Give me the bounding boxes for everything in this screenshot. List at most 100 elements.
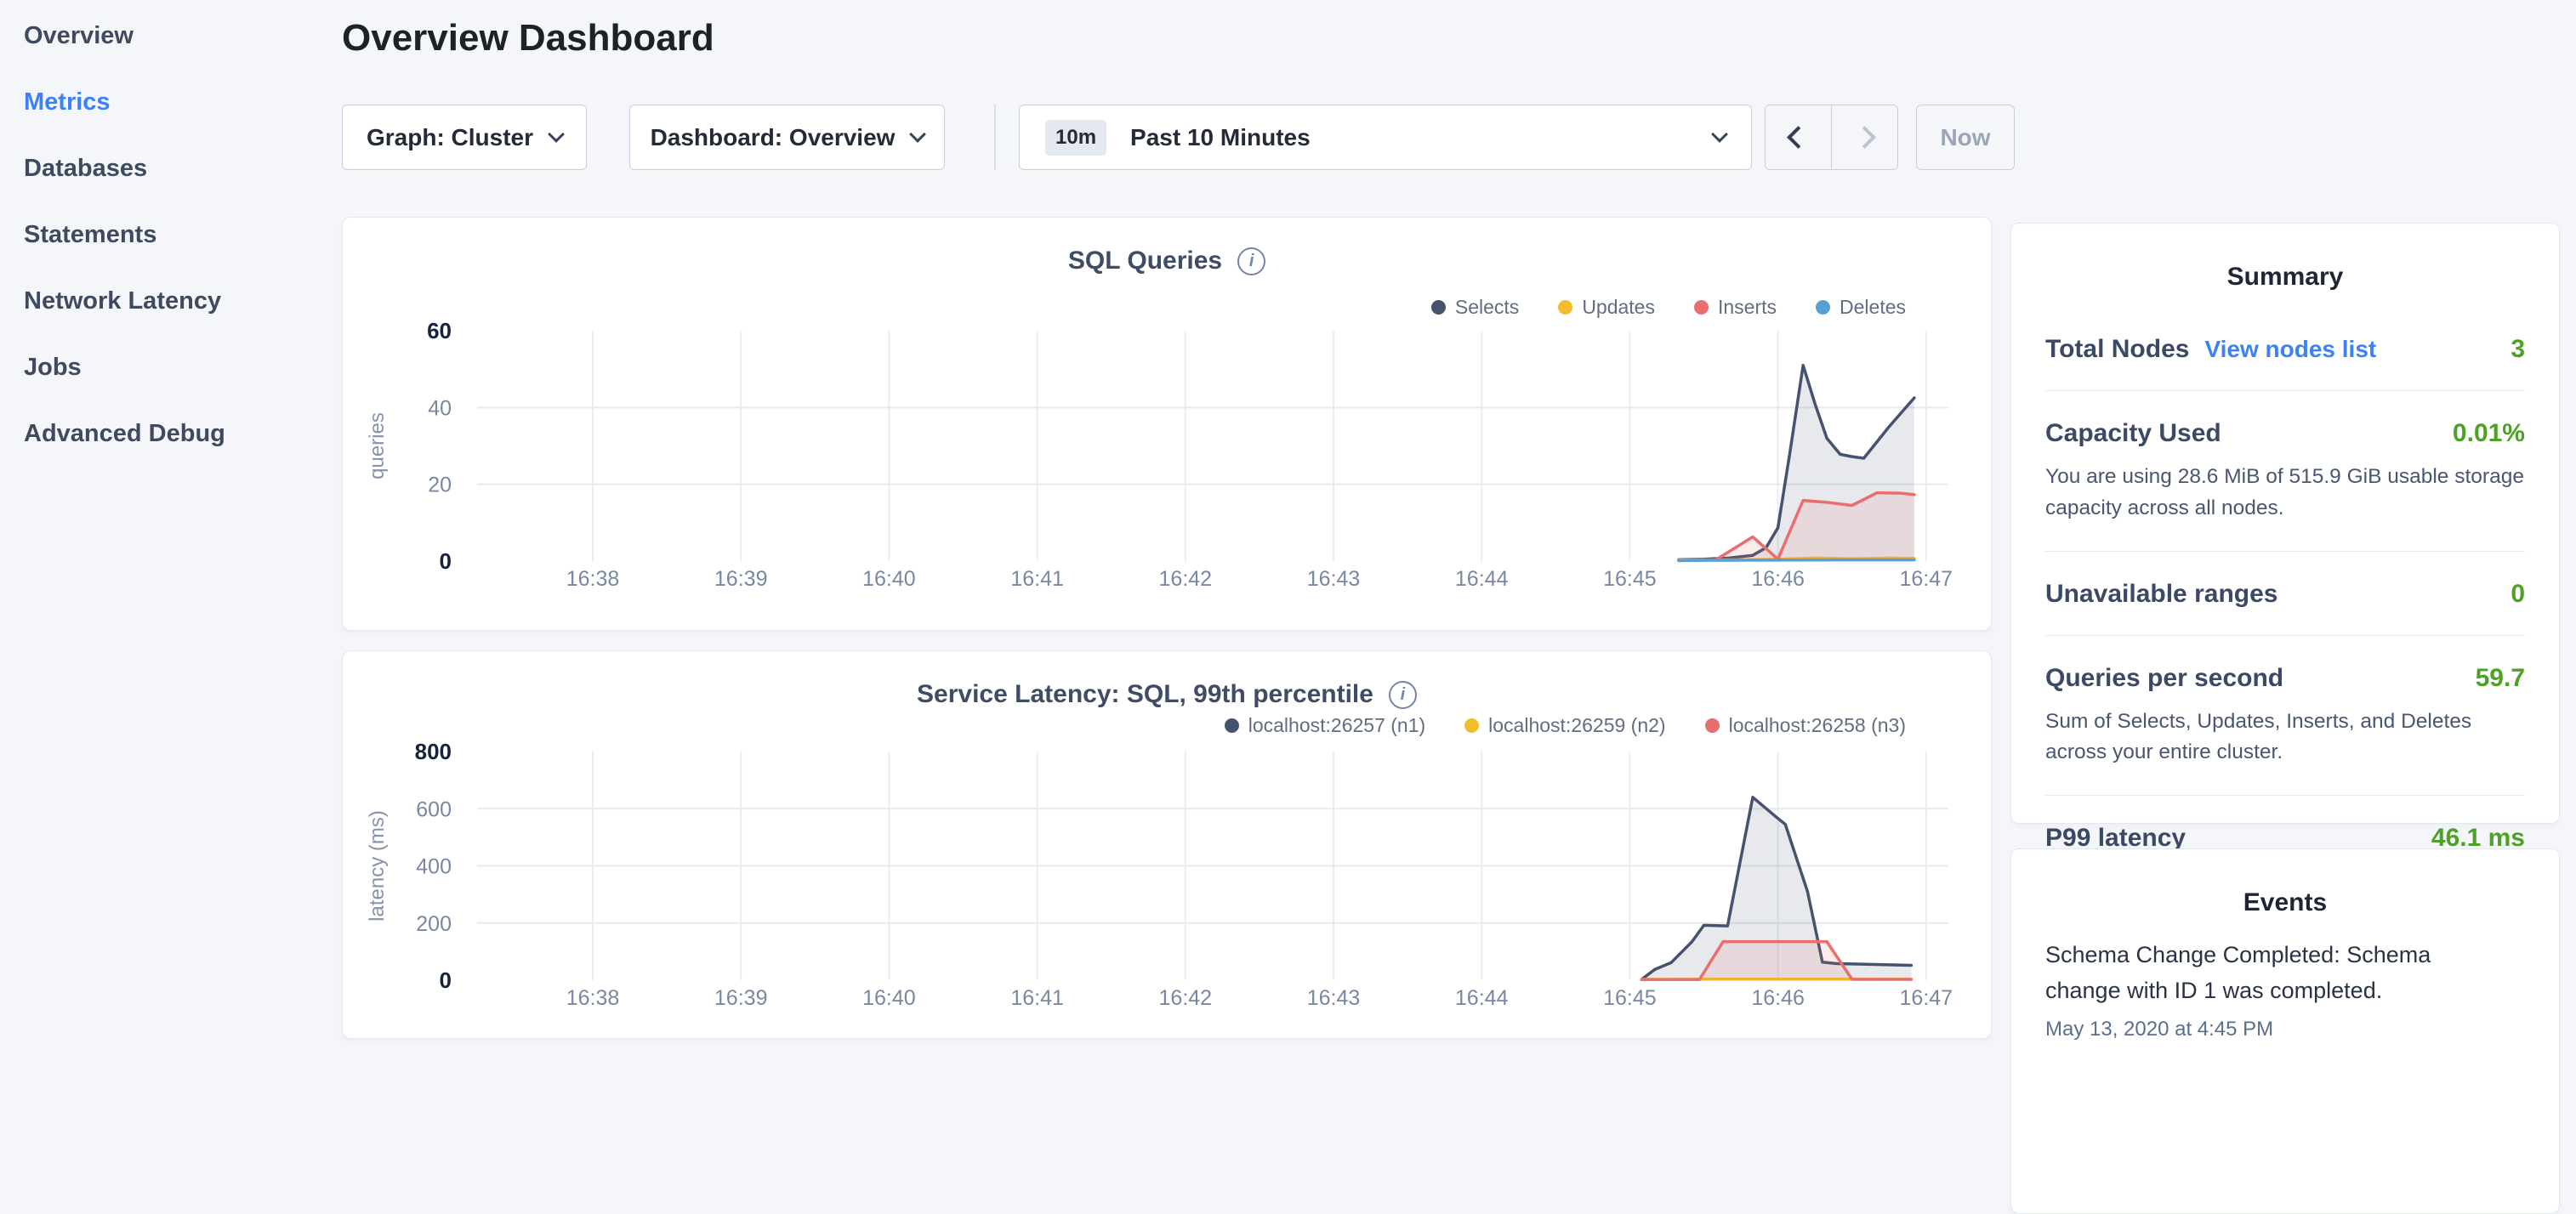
- view-nodes-link[interactable]: View nodes list: [2204, 336, 2376, 363]
- events-panel: Events Schema Change Completed: Schema c…: [2010, 848, 2560, 1214]
- svg-text:600: 600: [416, 797, 452, 821]
- dashboard-dropdown[interactable]: Dashboard: Overview: [629, 105, 945, 170]
- event-item[interactable]: Schema Change Completed: Schema change w…: [2045, 938, 2525, 1041]
- svg-text:16:43: 16:43: [1307, 986, 1361, 1010]
- svg-text:16:42: 16:42: [1159, 567, 1213, 591]
- chart-legend: SelectsUpdatesInsertsDeletes: [1431, 296, 1906, 319]
- graph-scope-dropdown-label: Graph: Cluster: [367, 124, 533, 151]
- svg-text:40: 40: [428, 396, 452, 420]
- svg-text:16:41: 16:41: [1010, 986, 1064, 1010]
- sql-queries-chart-card: 16:3816:3916:4016:4116:4216:4316:4416:45…: [342, 217, 1992, 631]
- svg-text:latency (ms): latency (ms): [366, 810, 389, 922]
- event-text: Schema Change Completed: Schema change w…: [2045, 938, 2458, 1009]
- legend-dot-icon: [1225, 718, 1239, 733]
- sidebar-item-metrics[interactable]: Metrics: [24, 88, 342, 116]
- summary-label: Capacity Used: [2045, 419, 2221, 448]
- summary-panel: Summary Total NodesView nodes list3Capac…: [2010, 223, 2560, 824]
- legend-label: localhost:26257 (n1): [1248, 714, 1425, 737]
- sidebar-item-databases[interactable]: Databases: [24, 155, 342, 183]
- info-icon[interactable]: i: [1237, 247, 1265, 275]
- legend-dot-icon: [1705, 718, 1720, 733]
- svg-text:16:38: 16:38: [566, 567, 620, 591]
- sidebar-item-advanced-debug[interactable]: Advanced Debug: [24, 420, 342, 448]
- svg-text:200: 200: [416, 912, 452, 936]
- summary-row: Capacity Used 0.01% You are using 28.6 MiB…: [2045, 391, 2525, 552]
- sql-queries-plot[interactable]: 16:3816:3916:4016:4116:4216:4316:4416:45…: [343, 218, 1991, 630]
- dashboard-controls: Graph: Cluster Dashboard: Overview 10m P…: [342, 105, 2043, 170]
- svg-text:16:42: 16:42: [1159, 986, 1213, 1010]
- dashboard-dropdown-label: Dashboard: Overview: [651, 124, 896, 151]
- svg-text:16:46: 16:46: [1751, 986, 1805, 1010]
- legend-label: Inserts: [1718, 296, 1777, 319]
- legend-dot-icon: [1558, 300, 1572, 315]
- svg-text:800: 800: [415, 739, 452, 764]
- svg-text:16:40: 16:40: [862, 986, 916, 1010]
- events-heading: Events: [2045, 888, 2525, 917]
- sidebar: Overview Metrics Databases Statements Ne…: [0, 0, 342, 1051]
- graph-scope-dropdown[interactable]: Graph: Cluster: [342, 105, 587, 170]
- chart-title: SQL Queries: [1068, 247, 1222, 275]
- svg-text:16:39: 16:39: [714, 567, 768, 591]
- summary-heading: Summary: [2045, 263, 2525, 292]
- chevron-down-icon: [1711, 126, 1728, 143]
- event-timestamp: May 13, 2020 at 4:45 PM: [2045, 1018, 2525, 1041]
- summary-row: Total NodesView nodes list3: [2045, 307, 2525, 391]
- time-range-label: Past 10 Minutes: [1130, 124, 1311, 151]
- main-content: Overview Dashboard Graph: Cluster Dashbo…: [342, 0, 1992, 1051]
- legend-item: Inserts: [1694, 296, 1777, 319]
- svg-text:16:44: 16:44: [1455, 986, 1509, 1010]
- sidebar-item-overview[interactable]: Overview: [24, 22, 342, 50]
- service-latency-plot[interactable]: 16:38 16:39 16:40 16:41 16:42 16:43 16:44 16:45…: [343, 651, 1991, 1038]
- legend-dot-icon: [1431, 300, 1446, 315]
- svg-text:16:41: 16:41: [1010, 567, 1064, 591]
- summary-row: Unavailable ranges0: [2045, 552, 2525, 636]
- svg-text:60: 60: [427, 318, 452, 343]
- summary-row: Queries per second59.7Sum of Selects, Up…: [2045, 636, 2525, 797]
- summary-value: 3: [2511, 335, 2525, 364]
- svg-text:20: 20: [428, 474, 452, 497]
- summary-value: 0: [2511, 580, 2525, 609]
- info-icon[interactable]: i: [1389, 681, 1417, 709]
- legend-dot-icon: [1694, 300, 1709, 315]
- chevron-down-icon: [548, 126, 565, 143]
- svg-text:16:45: 16:45: [1603, 567, 1657, 591]
- svg-text:16:47: 16:47: [1900, 567, 1953, 591]
- sidebar-item-jobs[interactable]: Jobs: [24, 354, 342, 382]
- chart-title: Service Latency: SQL, 99th percentile: [917, 680, 1373, 709]
- svg-text:16:47: 16:47: [1900, 986, 1953, 1010]
- legend-item: Updates: [1558, 296, 1655, 319]
- chevron-down-icon: [910, 126, 927, 143]
- time-step-forward-button[interactable]: [1831, 105, 1897, 169]
- controls-divider: [994, 105, 996, 170]
- legend-label: Updates: [1582, 296, 1655, 319]
- summary-label: Queries per second: [2045, 664, 2283, 693]
- svg-text:16:46: 16:46: [1751, 567, 1805, 591]
- legend-item: localhost:26259 (n2): [1464, 714, 1665, 737]
- svg-text:16:45: 16:45: [1603, 986, 1657, 1010]
- summary-value: 0.01%: [2453, 419, 2525, 448]
- svg-text:400: 400: [416, 855, 452, 879]
- svg-text:16:38: 16:38: [566, 986, 620, 1010]
- sidebar-item-statements[interactable]: Statements: [24, 221, 342, 249]
- legend-item: localhost:26258 (n3): [1705, 714, 1906, 737]
- svg-text:16:39: 16:39: [714, 986, 768, 1010]
- service-latency-chart-card: 16:38 16:39 16:40 16:41 16:42 16:43 16:44 16:45…: [342, 650, 1992, 1039]
- legend-dot-icon: [1464, 718, 1479, 733]
- legend-item: localhost:26257 (n1): [1225, 714, 1425, 737]
- chevron-right-icon: [1853, 126, 1876, 149]
- svg-text:queries: queries: [366, 412, 389, 479]
- now-button[interactable]: Now: [1916, 105, 2015, 170]
- legend-label: localhost:26258 (n3): [1729, 714, 1906, 737]
- time-range-picker[interactable]: 10m Past 10 Minutes: [1019, 105, 1752, 170]
- svg-text:16:43: 16:43: [1307, 567, 1361, 591]
- summary-description: You are using 28.6 MiB of 515.9 GiB usab…: [2045, 462, 2525, 525]
- sidebar-item-network-latency[interactable]: Network Latency: [24, 287, 342, 315]
- time-step-buttons: [1765, 105, 1898, 170]
- chart-legend: localhost:26257 (n1) localhost:26259 (n2)…: [1225, 714, 1906, 737]
- legend-dot-icon: [1816, 300, 1830, 315]
- time-step-back-button[interactable]: [1766, 105, 1831, 169]
- legend-label: Deletes: [1840, 296, 1906, 319]
- chevron-left-icon: [1787, 126, 1810, 149]
- svg-text:0: 0: [440, 967, 452, 993]
- time-range-badge: 10m: [1045, 120, 1106, 156]
